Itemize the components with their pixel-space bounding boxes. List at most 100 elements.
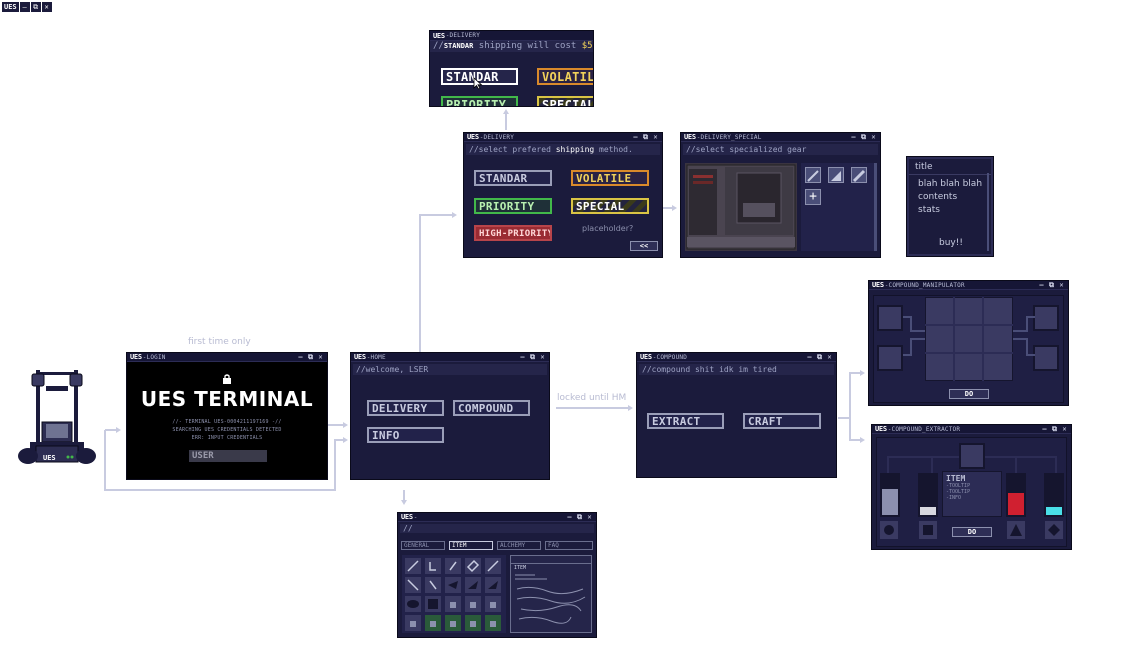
do-button[interactable]: DO xyxy=(952,527,992,537)
tab-general[interactable]: GENERAL xyxy=(401,541,445,550)
volatile-button[interactable]: VOLATILE xyxy=(537,68,593,85)
home-window: UES -HOME — ⧉ ✕ //welcome, LSER DELIVERY… xyxy=(350,352,550,480)
item-info-title: ITEM xyxy=(946,474,966,483)
input-slot[interactable] xyxy=(877,345,903,371)
close-icon[interactable]: ✕ xyxy=(539,353,546,361)
input-slot[interactable] xyxy=(959,443,985,469)
close-icon[interactable]: ✕ xyxy=(652,133,659,141)
window-title: -COMPOUND_MANIPULATOR xyxy=(884,281,965,289)
close-icon[interactable]: ✕ xyxy=(1058,281,1065,289)
minimize-icon[interactable]: — xyxy=(850,133,857,141)
triangle-slot-icon[interactable] xyxy=(1007,521,1025,539)
minimize-icon[interactable]: — xyxy=(519,353,526,361)
volatile-button[interactable]: VOLATILE xyxy=(571,170,649,186)
scrollbar[interactable] xyxy=(987,173,989,251)
diamond-slot-icon[interactable] xyxy=(1045,521,1063,539)
locked-note: locked until HM xyxy=(557,393,627,403)
close-icon[interactable]: ✕ xyxy=(317,353,324,361)
gear-slot[interactable] xyxy=(828,167,844,183)
manipulator-window: UES -COMPOUND_MANIPULATOR — ⧉ ✕ DO xyxy=(868,280,1069,406)
square-slot-icon[interactable] xyxy=(919,521,937,539)
restore-icon[interactable]: ⧉ xyxy=(576,513,583,521)
info-button[interactable]: INFO xyxy=(367,427,444,443)
restore-icon[interactable]: ⧉ xyxy=(529,353,536,361)
gear-slot[interactable] xyxy=(805,167,821,183)
item-search-bar[interactable] xyxy=(511,556,591,564)
minimize-icon[interactable]: — xyxy=(19,2,30,12)
item-info-line: -INFO xyxy=(946,495,962,501)
info-prompt: // xyxy=(400,524,594,533)
delivery-special-titlebar: UES -DELIVERY_SPECIAL — ⧉ ✕ xyxy=(681,133,880,142)
output-slot[interactable] xyxy=(1033,345,1059,371)
delivery-button[interactable]: DELIVERY xyxy=(367,400,444,416)
standar-button[interactable]: STANDAR xyxy=(474,170,552,186)
gear-slot[interactable] xyxy=(851,167,867,183)
restore-icon[interactable]: ⧉ xyxy=(816,353,823,361)
extract-button[interactable]: EXTRACT xyxy=(647,413,724,429)
close-icon[interactable]: ✕ xyxy=(1061,425,1068,433)
gauge-1 xyxy=(880,473,900,517)
restore-icon[interactable]: ⧉ xyxy=(1051,425,1058,433)
delivery-zoom-titlebar: UES -DELIVERY xyxy=(430,31,593,41)
window-title: -HOME xyxy=(366,353,386,361)
tab-alchemy[interactable]: ALCHEMY xyxy=(497,541,541,550)
high-priority-button[interactable]: HIGH-PRIORITY xyxy=(474,225,552,241)
input-slot[interactable] xyxy=(877,305,903,331)
tab-item[interactable]: ITEM xyxy=(449,541,493,550)
prompt-prefix: //select prefered xyxy=(469,145,556,154)
window-title: -COMPOUND xyxy=(652,353,688,361)
restore-icon[interactable]: ⧉ xyxy=(1048,281,1055,289)
tab-faq[interactable]: FAQ xyxy=(545,541,593,550)
login-window: UES -LOGIN — ⧉ ✕ UES TERMINAL //- TERMIN… xyxy=(126,352,328,480)
minimize-icon[interactable]: — xyxy=(566,513,573,521)
lock-icon xyxy=(223,374,231,384)
restore-icon[interactable]: ⧉ xyxy=(307,353,314,361)
info-tabs: GENERAL ITEM ALCHEMY FAQ xyxy=(401,541,593,551)
home-titlebar: UES -HOME — ⧉ ✕ xyxy=(351,353,549,362)
minimize-icon[interactable]: — xyxy=(297,353,304,361)
buy-button[interactable]: buy!! xyxy=(929,237,963,250)
cost-prefix: // xyxy=(433,41,444,51)
cost-method: STANDAR xyxy=(443,42,474,50)
tooltip-line: blah blah blah xyxy=(918,179,983,189)
item-info-panel: ITEM -TOOLTIP -TOOLTIP -INFO xyxy=(942,471,1002,517)
minimize-icon[interactable]: — xyxy=(632,133,639,141)
priority-button[interactable]: PRIORITY xyxy=(474,198,552,214)
close-icon[interactable]: ✕ xyxy=(586,513,593,521)
brand-badge: UES xyxy=(2,2,19,12)
info-titlebar: UES - — ⧉ ✕ xyxy=(398,513,596,522)
do-button[interactable]: DO xyxy=(949,389,989,399)
compound-button[interactable]: COMPOUND xyxy=(453,400,530,416)
item-grid xyxy=(402,555,506,633)
compound-titlebar: UES -COMPOUND — ⧉ ✕ xyxy=(637,353,836,362)
close-icon[interactable]: ✕ xyxy=(870,133,877,141)
restore-icon[interactable]: ⧉ xyxy=(642,133,649,141)
arrow-home-delivery xyxy=(419,214,454,352)
delivery-window: UES -DELIVERY — ⧉ ✕ //select prefered sh… xyxy=(463,132,663,258)
close-icon[interactable]: ✕ xyxy=(41,2,52,12)
special-prompt: //select specialized gear xyxy=(683,144,878,155)
restore-icon[interactable]: ⧉ xyxy=(860,133,867,141)
back-button[interactable]: << xyxy=(630,241,658,251)
restore-icon[interactable]: ⧉ xyxy=(30,2,41,12)
add-gear-button[interactable]: + xyxy=(805,189,821,205)
extractor-titlebar: UES -COMPOUND_EXTRACTOR — ⧉ ✕ xyxy=(872,425,1071,434)
priority-button[interactable]: PRIORITY xyxy=(441,96,518,106)
user-input[interactable]: USER xyxy=(189,450,267,462)
close-icon[interactable]: ✕ xyxy=(826,353,833,361)
svg-text:UES: UES xyxy=(43,454,56,462)
minimize-icon[interactable]: — xyxy=(1038,281,1045,289)
minimize-icon[interactable]: — xyxy=(1041,425,1048,433)
item-grid-cells xyxy=(405,558,501,631)
craft-button[interactable]: CRAFT xyxy=(743,413,821,429)
scrollbar[interactable] xyxy=(874,163,877,251)
special-button[interactable]: SPECIAL xyxy=(571,198,649,214)
circle-slot-icon[interactable] xyxy=(880,521,898,539)
special-button[interactable]: SPECIAL xyxy=(537,96,593,106)
terminal-title: UES TERMINAL xyxy=(140,387,314,411)
minimize-icon[interactable]: — xyxy=(806,353,813,361)
output-slot[interactable] xyxy=(1033,305,1059,331)
window-brand: UES xyxy=(354,353,366,361)
window-brand: UES xyxy=(872,281,884,289)
delivery-zoom-window: UES -DELIVERY //STANDAR shipping will co… xyxy=(429,30,594,107)
